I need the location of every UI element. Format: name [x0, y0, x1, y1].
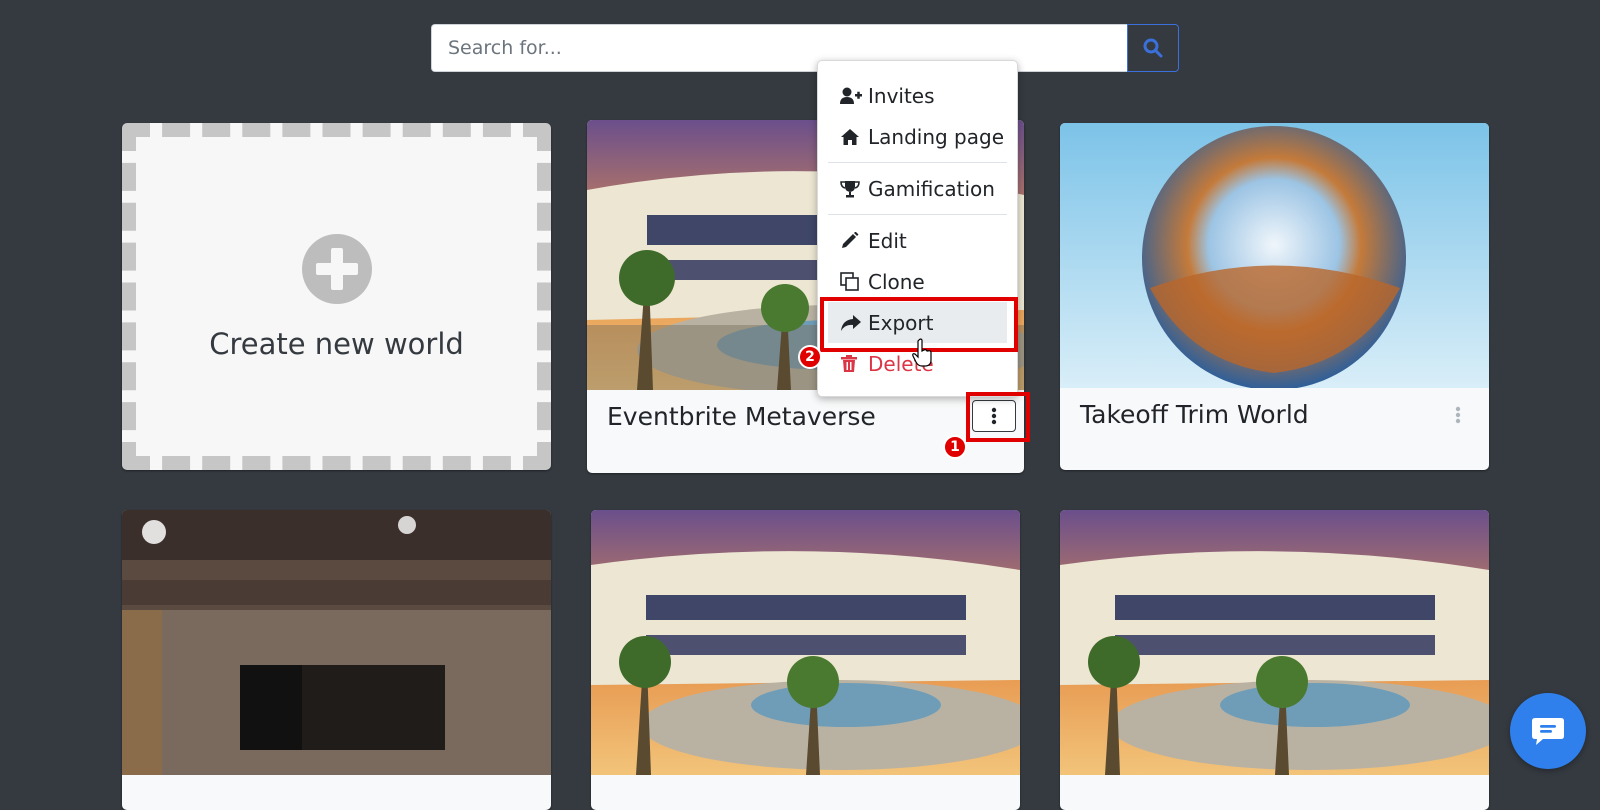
chat-icon	[1532, 718, 1564, 745]
world-card[interactable]	[591, 510, 1020, 810]
menu-item-label: Invites	[868, 83, 935, 108]
world-thumbnail	[1060, 510, 1489, 775]
world-card[interactable]	[1060, 510, 1489, 810]
world-options-button[interactable]	[1451, 403, 1465, 427]
pencil-icon	[842, 231, 859, 248]
menu-item-label: Export	[868, 310, 934, 335]
menu-item-export[interactable]: Export	[828, 302, 1007, 343]
menu-item-landing-page[interactable]: Landing page	[818, 116, 1017, 157]
menu-item-label: Landing page	[868, 124, 1005, 149]
search-button[interactable]	[1127, 24, 1179, 72]
kebab-icon	[991, 407, 997, 425]
create-world-label: Create new world	[209, 326, 464, 361]
menu-divider	[828, 162, 1007, 163]
menu-item-label: Edit	[868, 228, 907, 253]
plus-circle-icon	[301, 233, 372, 304]
trophy-icon	[840, 180, 860, 197]
world-title: Takeoff Trim World	[1080, 400, 1309, 429]
share-icon	[841, 314, 861, 331]
search-bar	[431, 24, 1179, 72]
step-badge-1: 1	[943, 435, 967, 459]
search-input[interactable]	[431, 24, 1127, 72]
world-thumbnail	[591, 510, 1020, 775]
menu-item-gamification[interactable]: Gamification	[818, 168, 1017, 209]
world-card-takeoff[interactable]: Takeoff Trim World	[1060, 123, 1489, 470]
menu-item-clone[interactable]: Clone	[818, 261, 1017, 302]
hand-cursor-icon	[912, 338, 932, 367]
user-plus-icon	[840, 87, 862, 104]
world-options-button[interactable]	[972, 400, 1016, 432]
menu-item-invites[interactable]: Invites	[818, 75, 1017, 116]
chat-widget-button[interactable]	[1510, 693, 1586, 769]
trash-icon	[841, 354, 857, 372]
home-icon	[841, 128, 859, 145]
menu-item-label: Clone	[868, 269, 925, 294]
world-thumbnail	[1060, 123, 1489, 388]
search-icon	[1143, 38, 1163, 58]
world-thumbnail	[122, 510, 551, 775]
menu-item-label: Gamification	[868, 176, 995, 201]
clone-icon	[840, 271, 859, 291]
kebab-icon	[1455, 406, 1461, 424]
step-badge-2: 2	[798, 345, 822, 369]
world-title: Eventbrite Metaverse	[607, 402, 876, 431]
create-world-card[interactable]: Create new world	[122, 123, 551, 470]
menu-item-edit[interactable]: Edit	[818, 220, 1017, 261]
world-card[interactable]	[122, 510, 551, 810]
menu-divider	[828, 214, 1007, 215]
